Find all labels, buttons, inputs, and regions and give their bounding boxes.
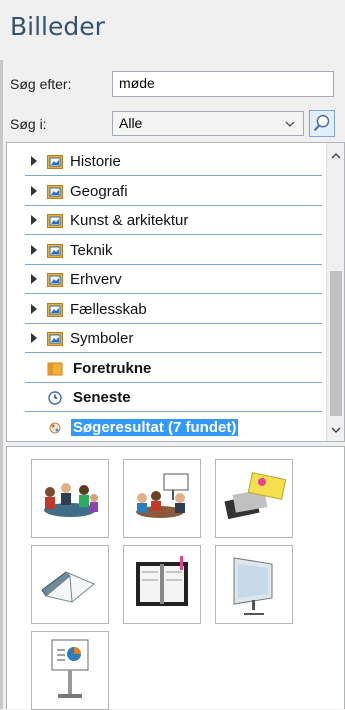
result-thumbnail[interactable]: [31, 459, 109, 538]
tree-item[interactable]: Foretrukne: [25, 354, 322, 383]
scroll-down-icon[interactable]: [331, 425, 341, 435]
result-thumbnail[interactable]: [31, 545, 109, 624]
result-thumbnail[interactable]: [215, 545, 293, 624]
tree-item[interactable]: Kunst & arkitektur: [25, 206, 322, 235]
picture-folder-icon: [47, 302, 63, 317]
open-book-icon: [41, 571, 95, 603]
tree-item-label: Kunst & arkitektur: [70, 212, 189, 229]
tree-item[interactable]: Symboler: [25, 324, 322, 353]
pane-edge: [0, 60, 3, 709]
expand-arrow-icon[interactable]: [31, 156, 37, 166]
search-button[interactable]: [309, 110, 335, 137]
chevron-down-icon: [285, 121, 295, 127]
picture-folder-icon: [47, 332, 63, 346]
picture-folder-icon: [47, 155, 63, 169]
tree-item-label: Foretrukne: [73, 359, 152, 377]
tree-item-label: Symboler: [70, 330, 134, 347]
expand-arrow-icon[interactable]: [31, 215, 37, 225]
search-input[interactable]: møde: [112, 71, 334, 97]
tree-item[interactable]: Historie: [25, 147, 322, 176]
tree-item[interactable]: Fællesskab: [25, 295, 322, 324]
expand-arrow-icon[interactable]: [31, 303, 37, 314]
tree-item-label: Teknik: [70, 241, 113, 259]
results-gallery: [6, 446, 345, 710]
clock-icon: [47, 391, 63, 405]
expand-arrow-icon[interactable]: [31, 185, 37, 196]
result-thumbnail[interactable]: [31, 631, 109, 710]
scope-selected-value: Alle: [119, 115, 143, 131]
picture-folder-icon: [47, 214, 63, 228]
expand-arrow-icon[interactable]: [31, 274, 37, 284]
tree-item[interactable]: Geografi: [25, 177, 322, 206]
picture-folder-icon: [47, 243, 63, 258]
tree-item-label: Historie: [70, 153, 121, 170]
category-tree[interactable]: Historie Geografi Kunst & arkitektur Teknik…: [6, 142, 345, 442]
scope-label: Søg i:: [10, 116, 47, 132]
result-thumbnail[interactable]: [123, 459, 201, 538]
pane-title: Billeder: [10, 12, 105, 41]
tree-item-label: Søgeresultat (7 fundet): [71, 418, 239, 436]
tree-item[interactable]: Søgeresultat (7 fundet): [25, 413, 322, 442]
presentation-board-icon: [51, 639, 89, 698]
tree-item[interactable]: Erhverv: [25, 265, 322, 294]
favorites-folder-icon: [47, 362, 63, 376]
result-thumbnail[interactable]: [123, 545, 201, 624]
meeting-people-icon: [44, 483, 98, 517]
scroll-up-icon[interactable]: [331, 151, 341, 161]
search-result-icon: [47, 421, 63, 435]
tree-item-label: Seneste: [73, 389, 131, 406]
magnifier-icon: [313, 114, 330, 132]
search-label: Søg efter:: [10, 76, 72, 92]
business-cards-icon: [224, 472, 287, 520]
tree-item[interactable]: Teknik: [25, 236, 322, 265]
result-thumbnail[interactable]: [215, 459, 293, 538]
projection-screen-icon: [233, 557, 273, 615]
tree-item-label: Erhverv: [70, 271, 122, 288]
expand-arrow-icon[interactable]: [31, 333, 37, 343]
planner-icon: [136, 556, 188, 606]
scope-dropdown[interactable]: Alle: [112, 111, 304, 136]
meeting-presentation-icon: [136, 473, 189, 518]
tree-rows: Historie Geografi Kunst & arkitektur Teknik…: [7, 143, 326, 441]
picture-folder-icon: [47, 273, 63, 287]
tree-scrollbar[interactable]: [326, 143, 344, 441]
expand-arrow-icon[interactable]: [31, 244, 37, 255]
scroll-thumb[interactable]: [330, 271, 342, 416]
picture-folder-icon: [47, 184, 63, 199]
tree-item-label: Fællesskab: [70, 300, 147, 318]
tree-item-label: Geografi: [70, 182, 128, 200]
tree-item[interactable]: Seneste: [25, 383, 322, 412]
